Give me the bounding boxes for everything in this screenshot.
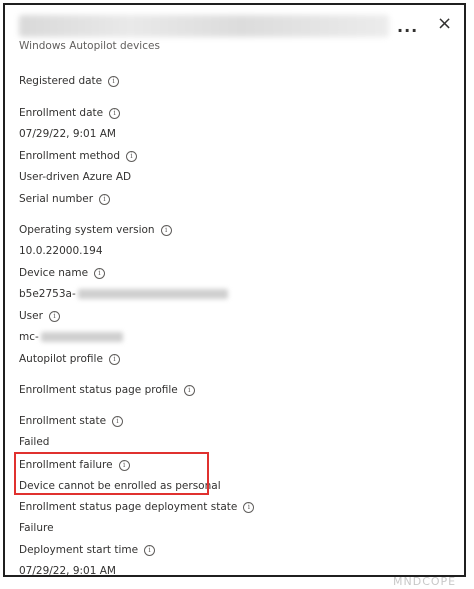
enrollment-failure-highlight bbox=[14, 452, 209, 495]
close-icon[interactable]: × bbox=[437, 15, 452, 33]
field-label: Serial number bbox=[19, 193, 94, 205]
field-label: Enrollment status page deployment state bbox=[19, 501, 238, 513]
user-text: mc- bbox=[19, 331, 39, 343]
field-label: Enrollment state bbox=[19, 415, 107, 427]
field-autopilot-profile: Autopilot profile i bbox=[19, 353, 120, 365]
field-label: Enrollment date bbox=[19, 107, 104, 119]
field-value: mc- bbox=[19, 331, 123, 343]
field-value: User-driven Azure AD bbox=[19, 171, 132, 183]
info-icon[interactable]: i bbox=[48, 310, 60, 322]
field-esp-profile: Enrollment status page profile i bbox=[19, 384, 195, 396]
field-enrollment-date: Enrollment date i 07/29/22, 9:01 AM bbox=[19, 107, 121, 140]
field-user: User i mc- bbox=[19, 310, 123, 343]
field-label: Registered date bbox=[19, 75, 103, 87]
redacted-text bbox=[40, 332, 123, 342]
field-label: Operating system version bbox=[19, 224, 155, 236]
field-value: Failure bbox=[19, 522, 54, 534]
field-value: Failed bbox=[19, 436, 50, 448]
field-enrollment-state: Enrollment state i Failed bbox=[19, 415, 124, 448]
field-label: Enrollment status page profile bbox=[19, 384, 178, 396]
info-icon[interactable]: i bbox=[160, 224, 172, 236]
info-icon[interactable]: i bbox=[108, 353, 120, 365]
device-name-text: b5e2753a- bbox=[19, 288, 76, 300]
info-icon[interactable]: i bbox=[94, 267, 106, 279]
field-os-version: Operating system version i 10.0.22000.194 bbox=[19, 224, 172, 257]
field-esp-deployment-state: Enrollment status page deployment state i… bbox=[19, 501, 255, 534]
field-registered-date: Registered date i bbox=[19, 75, 120, 87]
field-label: Deployment start time bbox=[19, 544, 139, 556]
field-value: 07/29/22, 9:01 AM bbox=[19, 128, 116, 140]
info-icon[interactable]: i bbox=[183, 384, 195, 396]
field-label: Device name bbox=[19, 267, 89, 279]
field-label: Enrollment method bbox=[19, 150, 120, 162]
field-device-name: Device name i b5e2753a- bbox=[19, 267, 228, 300]
field-label: User bbox=[19, 310, 43, 322]
field-value: b5e2753a- bbox=[19, 288, 228, 300]
device-title-redacted bbox=[19, 15, 389, 37]
info-icon[interactable]: i bbox=[99, 193, 111, 205]
device-details-panel: Windows Autopilot devices ... × Register… bbox=[3, 3, 466, 577]
field-enrollment-method: Enrollment method i User-driven Azure AD bbox=[19, 150, 137, 183]
redacted-text bbox=[77, 289, 228, 299]
field-value: 10.0.22000.194 bbox=[19, 245, 103, 257]
info-icon[interactable]: i bbox=[243, 501, 255, 513]
more-icon[interactable]: ... bbox=[397, 17, 418, 36]
info-icon[interactable]: i bbox=[109, 107, 121, 119]
field-value: 07/29/22, 9:01 AM bbox=[19, 565, 116, 577]
watermark: MNDCOPE bbox=[393, 575, 457, 588]
info-icon[interactable]: i bbox=[144, 544, 156, 556]
field-label: Autopilot profile bbox=[19, 353, 103, 365]
field-deployment-start-time: Deployment start time i 07/29/22, 9:01 AM bbox=[19, 544, 156, 577]
info-icon[interactable]: i bbox=[125, 150, 137, 162]
info-icon[interactable]: i bbox=[112, 415, 124, 427]
field-serial-number: Serial number i bbox=[19, 193, 111, 205]
panel-subtitle: Windows Autopilot devices bbox=[19, 40, 160, 52]
info-icon[interactable]: i bbox=[108, 75, 120, 87]
